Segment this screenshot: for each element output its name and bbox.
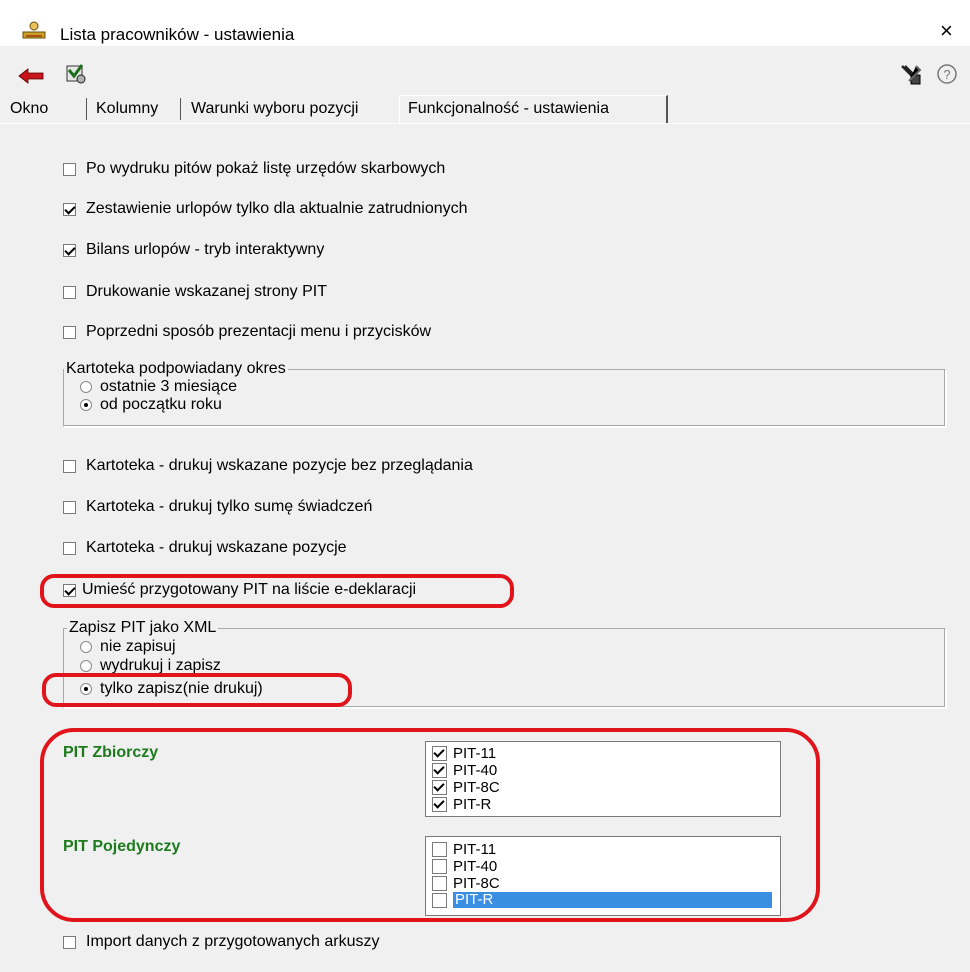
list-item-label: PIT-8C xyxy=(453,874,500,892)
checkbox[interactable] xyxy=(432,796,447,812)
tab-okno[interactable]: Okno xyxy=(10,100,48,118)
checkbox[interactable] xyxy=(432,841,447,857)
title-bar: Lista pracowników - ustawienia × xyxy=(0,0,970,46)
radio-button[interactable] xyxy=(80,660,92,672)
radio-label: ostatnie 3 miesiące xyxy=(100,378,237,395)
kartoteka-okres-title: Kartoteka podpowiadany okres xyxy=(64,360,288,378)
checkbox[interactable] xyxy=(432,858,447,874)
radio-ostatnie-3-miesiace[interactable]: ostatnie 3 miesiące xyxy=(80,378,237,396)
back-arrow-icon[interactable] xyxy=(18,68,44,84)
option-label: Po wydruku pitów pokaż listę urzędów ska… xyxy=(86,160,446,177)
list-item-pit-11[interactable]: PIT-11 xyxy=(432,744,497,762)
checkbox[interactable] xyxy=(63,935,76,949)
list-item-pit-8c[interactable]: PIT-8C xyxy=(432,874,500,892)
highlight-oval-e-deklaracje xyxy=(40,574,514,608)
list-item-pit-40[interactable]: PIT-40 xyxy=(432,761,498,779)
help-label: ? xyxy=(943,67,950,82)
checkbox[interactable] xyxy=(63,500,76,514)
option-bilans-urlopow[interactable]: Bilans urlopów - tryb interaktywny xyxy=(63,240,324,260)
radio-button[interactable] xyxy=(80,641,92,653)
checkbox[interactable] xyxy=(63,325,76,339)
checkbox[interactable] xyxy=(63,162,76,176)
option-drukuj-wskazane-pozycje[interactable]: Kartoteka - drukuj wskazane pozycje xyxy=(63,538,347,558)
option-drukowanie-strony-pit[interactable]: Drukowanie wskazanej strony PIT xyxy=(63,282,327,302)
option-label: Poprzedni sposób prezentacji menu i przy… xyxy=(86,323,432,340)
list-item-label: PIT-40 xyxy=(453,857,498,875)
checkbox[interactable] xyxy=(432,779,447,795)
option-drukuj-bez-przegladania[interactable]: Kartoteka - drukuj wskazane pozycje bez … xyxy=(63,456,473,476)
list-item-pit-8c[interactable]: PIT-8C xyxy=(432,778,500,796)
pit-zbiorczy-label: PIT Zbiorczy xyxy=(63,744,159,761)
checkbox[interactable] xyxy=(63,459,76,473)
list-item-pit-r-selected[interactable]: PIT-R xyxy=(432,892,772,908)
list-item-label: PIT-11 xyxy=(453,840,497,858)
checkbox[interactable] xyxy=(63,541,76,555)
checkbox[interactable] xyxy=(432,762,447,778)
wrench-icon[interactable] xyxy=(899,63,923,87)
list-item-pit-40[interactable]: PIT-40 xyxy=(432,857,498,875)
list-item-label: PIT-R xyxy=(453,795,492,813)
list-item-label: PIT-8C xyxy=(453,778,500,796)
close-button[interactable]: × xyxy=(940,20,953,42)
option-label: Kartoteka - drukuj wskazane pozycje bez … xyxy=(86,457,473,474)
settings-tool-icon[interactable] xyxy=(64,62,88,86)
list-item-pit-r[interactable]: PIT-R xyxy=(432,795,492,813)
radio-button[interactable] xyxy=(80,399,92,411)
window-title: Lista pracowników - ustawienia xyxy=(60,25,295,44)
option-label: Zestawienie urlopów tylko dla aktualnie … xyxy=(86,200,468,217)
list-item-label: PIT-11 xyxy=(453,744,497,762)
list-item-label: PIT-40 xyxy=(453,761,498,779)
option-import-arkuszy[interactable]: Import danych z przygotowanych arkuszy xyxy=(63,932,379,952)
checkbox[interactable] xyxy=(432,892,447,908)
radio-button[interactable] xyxy=(80,381,92,393)
checkbox[interactable] xyxy=(432,875,447,891)
pit-pojedynczy-list[interactable]: PIT-11 PIT-40 PIT-8C PIT-R xyxy=(425,836,781,916)
radio-label: nie zapisuj xyxy=(100,638,176,655)
tab-panel-border xyxy=(0,123,970,124)
app-people-icon xyxy=(22,21,46,39)
option-pokaz-urzedy[interactable]: Po wydruku pitów pokaż listę urzędów ska… xyxy=(63,159,445,179)
tab-warunki[interactable]: Warunki wyboru pozycji xyxy=(191,100,358,118)
radio-od-poczatku-roku[interactable]: od początku roku xyxy=(80,396,222,414)
checkbox[interactable] xyxy=(63,285,76,299)
tab-divider xyxy=(180,98,181,120)
highlight-oval-tylko-zapisz xyxy=(42,673,352,707)
radio-nie-zapisuj[interactable]: nie zapisuj xyxy=(80,638,176,656)
checkbox[interactable] xyxy=(63,202,76,216)
pit-pojedynczy-label: PIT Pojedynczy xyxy=(63,838,181,855)
option-label: Bilans urlopów - tryb interaktywny xyxy=(86,241,325,258)
checkbox[interactable] xyxy=(432,745,447,761)
option-label: Kartoteka - drukuj wskazane pozycje xyxy=(86,539,347,556)
option-poprzedni-sposob-menu[interactable]: Poprzedni sposób prezentacji menu i przy… xyxy=(63,322,431,342)
help-circle-icon[interactable]: ? xyxy=(936,63,958,85)
option-label: Drukowanie wskazanej strony PIT xyxy=(86,283,327,300)
checkbox[interactable] xyxy=(63,243,76,257)
option-drukuj-sume-swiadczen[interactable]: Kartoteka - drukuj tylko sumę świadczeń xyxy=(63,497,372,517)
zapisz-pit-xml-title: Zapisz PIT jako XML xyxy=(67,619,219,637)
pit-zbiorczy-list[interactable]: PIT-11 PIT-40 PIT-8C PIT-R xyxy=(425,741,781,817)
tab-divider xyxy=(86,98,87,120)
radio-label: od początku roku xyxy=(100,396,222,413)
list-item-label: PIT-R xyxy=(453,892,772,908)
tab-strip: Okno Kolumny Warunki wyboru pozycji Funk… xyxy=(0,98,970,122)
tab-funkcjonalnosc[interactable]: Funkcjonalność - ustawienia xyxy=(408,100,609,118)
option-label: Kartoteka - drukuj tylko sumę świadczeń xyxy=(86,498,373,515)
list-item-pit-11[interactable]: PIT-11 xyxy=(432,840,497,858)
tab-kolumny[interactable]: Kolumny xyxy=(96,100,158,118)
option-label: Import danych z przygotowanych arkuszy xyxy=(86,933,380,950)
option-zestawienie-urlopow[interactable]: Zestawienie urlopów tylko dla aktualnie … xyxy=(63,199,468,219)
